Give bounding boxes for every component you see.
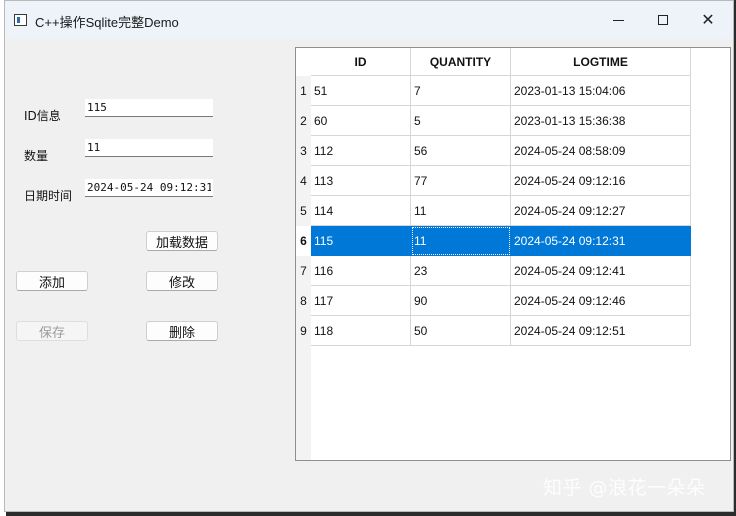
delete-button[interactable]: 删除 bbox=[146, 321, 218, 341]
cell-logtime[interactable]: 2024-05-24 09:12:46 bbox=[511, 286, 691, 316]
cell-quantity[interactable]: 23 bbox=[411, 256, 511, 286]
app-window: C++操作Sqlite完整Demo ✕ ID信息 数量 日期时间 加载数据 添加… bbox=[4, 0, 734, 512]
row-header[interactable]: 3 bbox=[296, 136, 311, 166]
table-corner bbox=[296, 48, 311, 76]
add-button[interactable]: 添加 bbox=[16, 271, 88, 291]
cell-quantity[interactable]: 5 bbox=[411, 106, 511, 136]
cell-id[interactable]: 51 bbox=[311, 76, 411, 106]
app-icon bbox=[14, 14, 27, 26]
quantity-label: 数量 bbox=[24, 149, 49, 163]
cell-logtime[interactable]: 2024-05-24 09:12:27 bbox=[511, 196, 691, 226]
cell-logtime[interactable]: 2023-01-13 15:36:38 bbox=[511, 106, 691, 136]
title-bar[interactable]: C++操作Sqlite完整Demo ✕ bbox=[5, 1, 733, 39]
edit-button[interactable]: 修改 bbox=[146, 271, 218, 291]
maximize-icon bbox=[658, 15, 668, 25]
cell-id[interactable]: 112 bbox=[311, 136, 411, 166]
cell-logtime[interactable]: 2024-05-24 08:58:09 bbox=[511, 136, 691, 166]
cell-quantity[interactable]: 11 bbox=[411, 196, 511, 226]
cell-logtime[interactable]: 2024-05-24 09:12:51 bbox=[511, 316, 691, 346]
load-data-button[interactable]: 加载数据 bbox=[146, 231, 218, 251]
cell-logtime[interactable]: 2023-01-13 15:04:06 bbox=[511, 76, 691, 106]
minimize-button[interactable] bbox=[595, 1, 641, 39]
column-header-quantity[interactable]: QUANTITY bbox=[411, 48, 511, 76]
row-header[interactable]: 7 bbox=[296, 256, 311, 286]
row-header[interactable]: 6 bbox=[296, 226, 311, 256]
quantity-field[interactable] bbox=[85, 139, 213, 157]
cell-id[interactable]: 60 bbox=[311, 106, 411, 136]
close-button[interactable]: ✕ bbox=[685, 1, 731, 39]
cell-logtime[interactable]: 2024-05-24 09:12:31 bbox=[511, 226, 691, 256]
maximize-button[interactable] bbox=[640, 1, 686, 39]
save-button[interactable]: 保存 bbox=[16, 321, 88, 341]
minimize-icon bbox=[612, 19, 624, 21]
cell-quantity[interactable]: 90 bbox=[411, 286, 511, 316]
row-header[interactable]: 5 bbox=[296, 196, 311, 226]
cell-id[interactable]: 118 bbox=[311, 316, 411, 346]
cell-quantity[interactable]: 56 bbox=[411, 136, 511, 166]
cell-quantity[interactable]: 11 bbox=[411, 226, 511, 256]
column-header-logtime[interactable]: LOGTIME bbox=[511, 48, 691, 76]
cell-id[interactable]: 116 bbox=[311, 256, 411, 286]
window-title: C++操作Sqlite完整Demo bbox=[35, 15, 179, 30]
row-header[interactable]: 2 bbox=[296, 106, 311, 136]
id-label: ID信息 bbox=[24, 109, 61, 123]
cell-id[interactable]: 113 bbox=[311, 166, 411, 196]
cell-quantity[interactable]: 7 bbox=[411, 76, 511, 106]
cell-logtime[interactable]: 2024-05-24 09:12:41 bbox=[511, 256, 691, 286]
data-table[interactable]: ID QUANTITY LOGTIME 1 51 7 2023-01-13 15… bbox=[295, 47, 731, 461]
column-header-id[interactable]: ID bbox=[311, 48, 411, 76]
cell-id[interactable]: 117 bbox=[311, 286, 411, 316]
watermark: 知乎 @浪花一朵朵 bbox=[543, 477, 706, 499]
datetime-field[interactable] bbox=[85, 179, 213, 197]
close-icon: ✕ bbox=[701, 10, 715, 29]
row-header[interactable]: 8 bbox=[296, 286, 311, 316]
cell-id[interactable]: 114 bbox=[311, 196, 411, 226]
cell-logtime[interactable]: 2024-05-24 09:12:16 bbox=[511, 166, 691, 196]
row-header[interactable]: 1 bbox=[296, 76, 311, 106]
id-field[interactable] bbox=[85, 99, 213, 117]
datetime-label: 日期时间 bbox=[24, 189, 73, 203]
row-header[interactable]: 9 bbox=[296, 316, 311, 346]
cell-quantity[interactable]: 50 bbox=[411, 316, 511, 346]
cell-quantity[interactable]: 77 bbox=[411, 166, 511, 196]
row-header[interactable]: 4 bbox=[296, 166, 311, 196]
cell-id[interactable]: 115 bbox=[311, 226, 411, 256]
